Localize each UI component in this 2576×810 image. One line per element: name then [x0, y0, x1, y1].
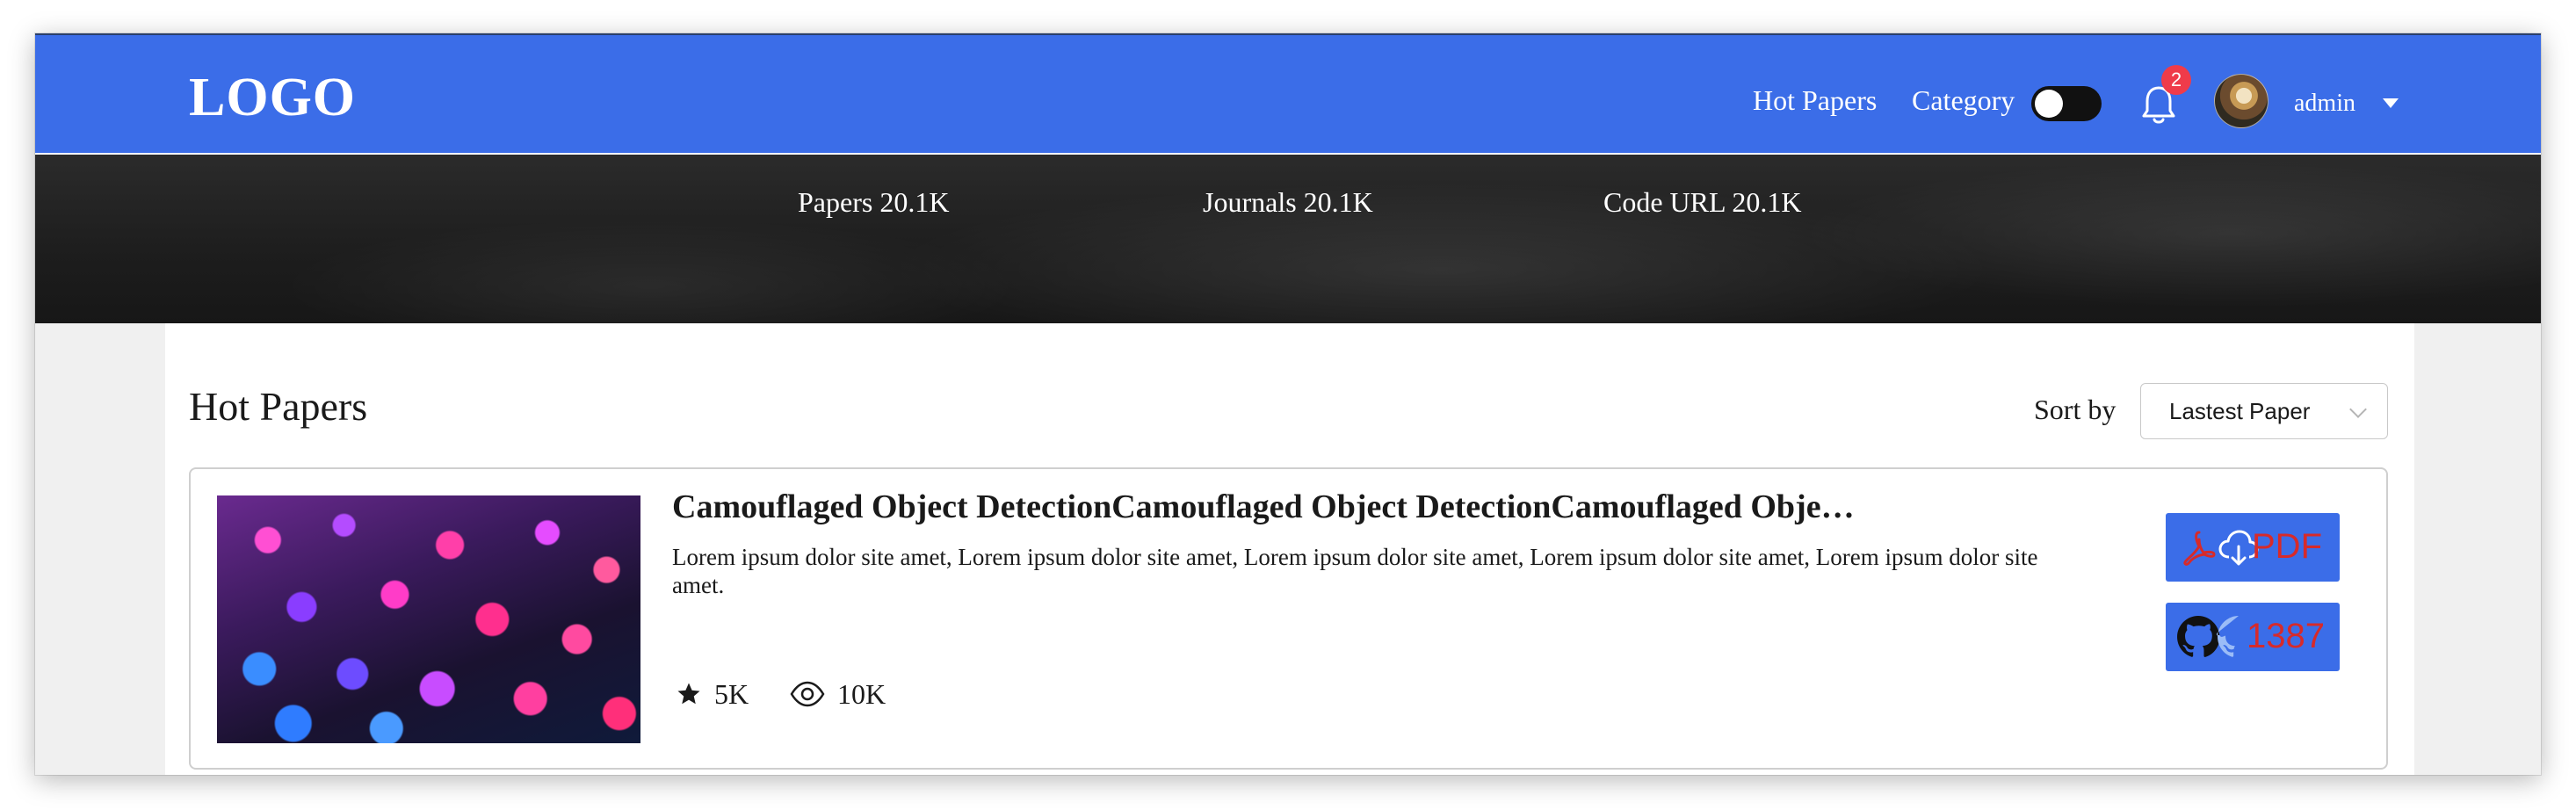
toggle-knob	[2035, 90, 2063, 118]
theme-toggle[interactable]	[2031, 86, 2102, 121]
logo[interactable]: LOGO	[189, 70, 356, 125]
browser-window: LOGO Hot Papers Category 2 admin Papers …	[35, 33, 2541, 775]
sort-label: Sort by	[2034, 394, 2117, 425]
github-count: 1387	[2247, 617, 2325, 655]
chevron-down-icon	[2349, 401, 2367, 418]
hero-banner: Papers 20.1K Journals 20.1K Code URL 20.…	[35, 155, 2541, 323]
stat-journals: Journals 20.1K	[1203, 186, 1373, 218]
top-navbar: LOGO Hot Papers Category 2 admin	[35, 33, 2541, 155]
sort-select[interactable]: Lastest Paper	[2140, 383, 2388, 439]
user-name[interactable]: admin	[2294, 91, 2355, 116]
pdf-button-label: PDF	[2252, 527, 2322, 566]
stat-papers: Papers 20.1K	[798, 186, 950, 218]
notification-badge: 2	[2161, 65, 2191, 95]
paper-title[interactable]: Camouflaged Object DetectionCamouflaged …	[672, 488, 1867, 527]
avatar[interactable]	[2214, 74, 2268, 128]
pdf-icon	[2183, 531, 2216, 566]
github-button[interactable]: 1387	[2166, 603, 2340, 671]
paper-card[interactable]: Camouflaged Object DetectionCamouflaged …	[189, 467, 2388, 770]
chevron-down-icon[interactable]	[2383, 98, 2399, 108]
star-count: 5K	[676, 680, 749, 708]
stat-code-url: Code URL 20.1K	[1603, 186, 1802, 218]
view-count-value: 10K	[837, 678, 886, 710]
page-title: Hot Papers	[189, 384, 368, 429]
eye-icon	[790, 681, 825, 707]
pdf-button[interactable]: PDF	[2166, 513, 2340, 582]
nav-category[interactable]: Category	[1912, 86, 2015, 114]
view-count: 10K	[790, 680, 886, 708]
paper-thumbnail[interactable]	[217, 495, 640, 743]
nav-hot-papers[interactable]: Hot Papers	[1753, 86, 1877, 114]
star-icon	[677, 683, 700, 705]
sort-value: Lastest Paper	[2169, 398, 2311, 424]
star-count-value: 5K	[714, 678, 749, 710]
github-icon	[2177, 616, 2220, 657]
main-content: Hot Papers Sort by Lastest Paper Camoufl…	[165, 323, 2414, 775]
paper-abstract: Lorem ipsum dolor site amet, Lorem ipsum…	[672, 544, 2038, 598]
